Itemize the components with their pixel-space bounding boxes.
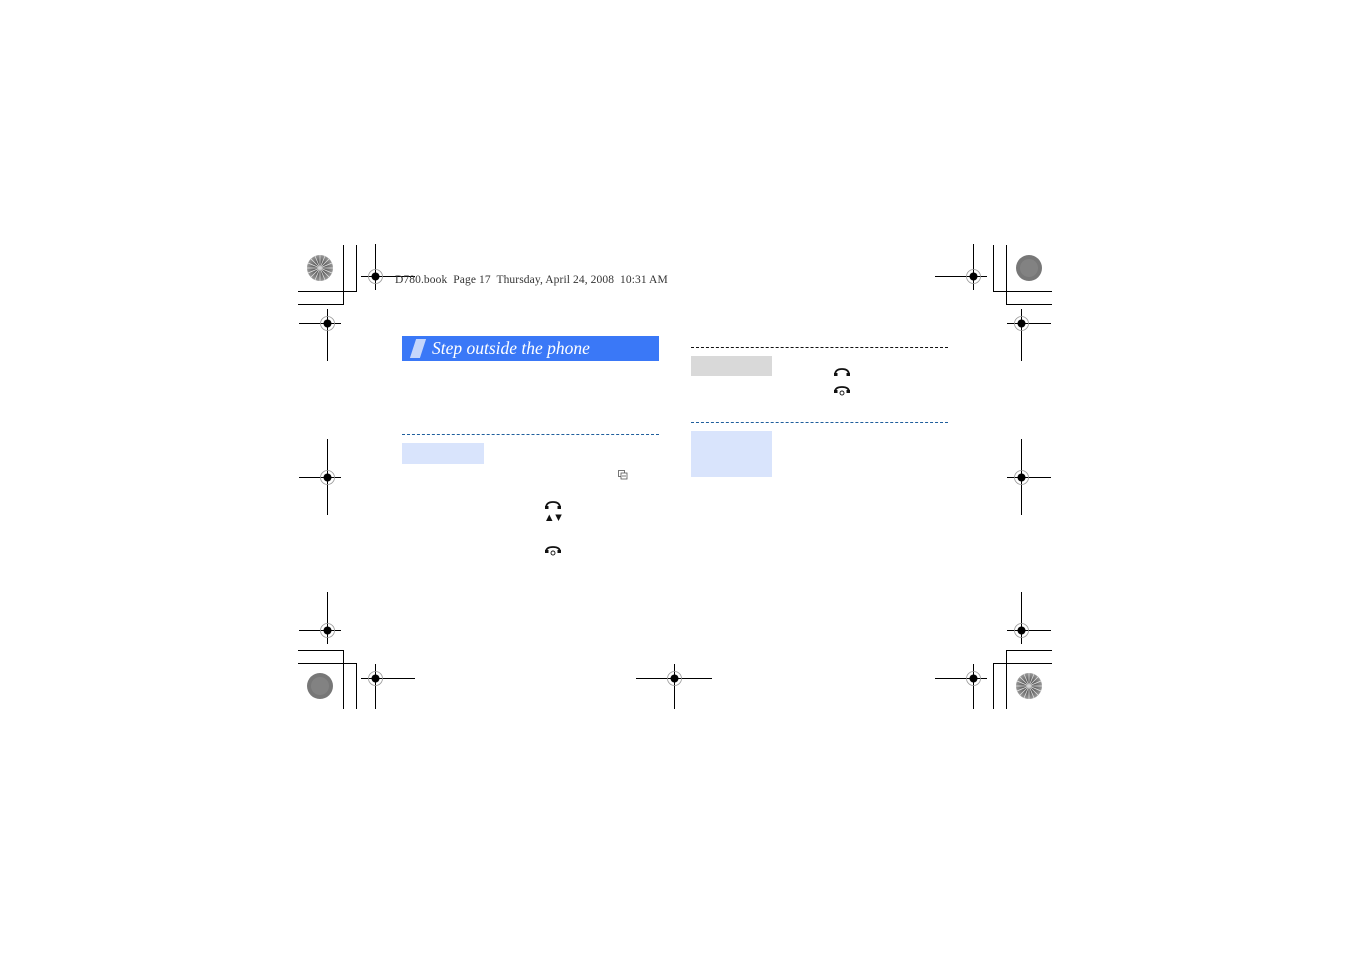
- topic-label-box: [402, 443, 484, 464]
- gray-target-icon: [1016, 255, 1042, 281]
- crop-line: [1006, 650, 1052, 651]
- registration-crosshair-icon: [636, 664, 712, 709]
- section-title-banner: Step outside the phone: [402, 336, 659, 361]
- book-header-info: D780.book Page 17 Thursday, April 24, 20…: [395, 274, 668, 286]
- registration-crosshair-icon: [299, 592, 341, 644]
- registration-crosshair-icon: [299, 309, 341, 361]
- section-title: Step outside the phone: [432, 338, 590, 358]
- end-key-icon: [545, 546, 561, 556]
- registration-crosshair-icon: [1007, 439, 1051, 515]
- crop-line: [993, 291, 1052, 292]
- registration-crosshair-icon: [299, 439, 341, 515]
- navigation-up-down-icon: ▲ ▼: [546, 513, 562, 523]
- topic-label-box: [691, 431, 772, 477]
- section-divider: [402, 434, 659, 435]
- call-key-icon: [545, 501, 561, 509]
- crop-line: [298, 291, 357, 292]
- section-divider: [691, 347, 948, 348]
- section-divider: [691, 422, 948, 423]
- crop-line: [356, 663, 357, 709]
- call-key-icon: [834, 368, 850, 376]
- crop-line: [298, 650, 344, 651]
- registration-crosshair-icon: [1007, 592, 1051, 644]
- crop-line: [1006, 245, 1007, 304]
- end-key-icon: [834, 386, 850, 396]
- menu-key-icon: [618, 470, 628, 480]
- gray-target-icon: [307, 673, 333, 699]
- crop-line: [298, 663, 357, 664]
- banner-accent: [409, 339, 427, 358]
- crop-line: [993, 245, 994, 291]
- crop-line: [343, 245, 344, 304]
- crop-line: [343, 650, 344, 709]
- crop-line: [993, 663, 994, 709]
- crop-line: [1006, 650, 1007, 709]
- starburst-target-icon: [1016, 673, 1042, 699]
- topic-label-box: [691, 356, 772, 376]
- registration-crosshair-icon: [935, 664, 987, 709]
- crop-line: [993, 663, 1052, 664]
- starburst-target-icon: [307, 255, 333, 281]
- registration-crosshair-icon: [1007, 309, 1051, 361]
- crop-line: [356, 245, 357, 291]
- crop-line: [298, 304, 344, 305]
- registration-crosshair-icon: [935, 244, 987, 290]
- registration-crosshair-icon: [361, 664, 415, 709]
- crop-line: [1006, 304, 1052, 305]
